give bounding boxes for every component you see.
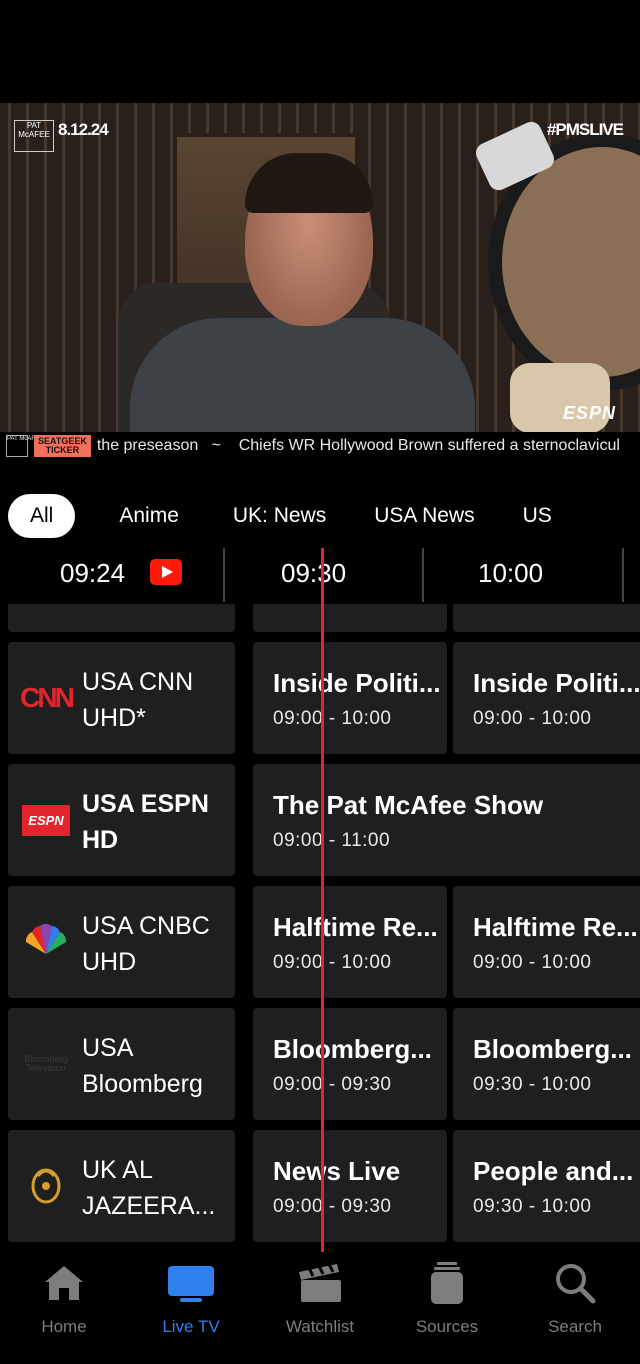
program-cell[interactable]: Inside Politi... 09:00 - 10:00	[253, 642, 447, 754]
time-slot-0930: 09:30	[281, 558, 347, 588]
chip-uk-news[interactable]: UK: News	[201, 494, 348, 538]
time-divider	[422, 548, 424, 602]
tab-home[interactable]: Home	[0, 1260, 128, 1337]
current-time-indicator	[321, 548, 324, 1252]
program-cell-partial[interactable]	[253, 604, 447, 632]
category-filter-bar: All Anime UK: News USA News US	[0, 493, 640, 539]
program-time: 09:00 - 09:30	[273, 1074, 392, 1095]
youtube-play-icon[interactable]	[150, 559, 182, 585]
chip-us[interactable]: US	[497, 494, 574, 538]
program-cell[interactable]: The Pat McAfee Show 09:00 - 11:00	[253, 764, 640, 876]
hashtag: #PMSLIVE	[546, 120, 624, 139]
program-title: Inside Politi...	[273, 668, 441, 698]
time-slot-1000: 10:00	[478, 558, 544, 588]
program-cell[interactable]: News Live 09:00 - 09:30	[253, 1130, 447, 1242]
tab-label: Home	[41, 1317, 87, 1336]
tab-label: Sources	[415, 1317, 479, 1336]
program-time: 09:00 - 10:00	[273, 952, 392, 973]
cnbc-peacock-icon	[16, 920, 76, 960]
tab-label: Search	[548, 1317, 602, 1336]
program-cell[interactable]: Bloomberg... 09:00 - 09:30	[253, 1008, 447, 1120]
program-time: 09:00 - 10:00	[273, 708, 392, 729]
program-title: People and...	[473, 1156, 634, 1186]
timeline-header: 09:24 09:30 10:00	[0, 548, 640, 604]
channel-name-line1: USA CNN	[82, 668, 194, 696]
channel-name-line1: USA	[82, 1034, 134, 1062]
video-player[interactable]: PAT McAFEE 8.12.24 #PMSLIVE ESPN PAT McA…	[0, 103, 640, 460]
tab-label: Live TV	[162, 1317, 220, 1336]
channel-name-line1: USA CNBC	[82, 912, 210, 940]
tab-watchlist[interactable]: Watchlist	[256, 1260, 384, 1337]
program-time: 09:00 - 10:00	[473, 708, 592, 729]
program-cell-partial[interactable]	[453, 604, 640, 632]
espn-watermark: ESPN	[562, 403, 616, 423]
program-title: News Live	[273, 1156, 401, 1186]
channel-cell-cnn[interactable]: CNN USA CNN UHD*	[8, 642, 235, 754]
tv-icon	[168, 1260, 214, 1306]
channel-name-line2: JAZEERA...	[82, 1192, 216, 1220]
channel-cell-al-jazeera[interactable]: UK AL JAZEERA...	[8, 1130, 235, 1242]
time-divider	[223, 548, 225, 602]
program-title: Halftime Re...	[273, 912, 438, 942]
chip-usa-news[interactable]: USA News	[348, 494, 496, 538]
sources-icon	[424, 1260, 470, 1306]
tab-sources[interactable]: Sources	[383, 1260, 511, 1337]
channel-cell-partial[interactable]	[8, 604, 235, 632]
channel-name-line2: Bloomberg	[82, 1070, 203, 1098]
bottom-tab-bar: Home Live TV Watchlist Sources Search	[0, 1252, 640, 1364]
program-time: 09:30 - 10:00	[473, 1196, 592, 1217]
chip-anime[interactable]: Anime	[75, 494, 201, 538]
tab-search[interactable]: Search	[511, 1260, 639, 1337]
channel-name-line1: USA ESPN	[82, 790, 209, 818]
program-cell[interactable]: Halftime Re... 09:00 - 10:00	[253, 886, 447, 998]
channel-cell-cnbc[interactable]: USA CNBC UHD	[8, 886, 235, 998]
channel-name-line1: UK AL	[82, 1156, 153, 1184]
program-title: Bloomberg...	[473, 1034, 632, 1064]
program-title: Inside Politi...	[473, 668, 640, 698]
program-title: Bloomberg...	[273, 1034, 432, 1064]
ticker-sponsor-badge: SEATGEEK TICKER	[34, 435, 91, 457]
program-cell[interactable]: People and... 09:30 - 10:00	[453, 1130, 640, 1242]
current-time: 09:24	[60, 558, 126, 588]
tab-label: Watchlist	[285, 1317, 355, 1336]
program-time: 09:30 - 10:00	[473, 1074, 592, 1095]
program-title: Halftime Re...	[473, 912, 638, 942]
program-time: 09:00 - 10:00	[473, 952, 592, 973]
program-guide: CNN USA CNN UHD* Inside Politi... 09:00 …	[0, 604, 640, 1246]
tab-live-tv[interactable]: Live TV	[127, 1260, 255, 1337]
clapperboard-icon	[297, 1260, 343, 1306]
program-cell[interactable]: Halftime Re... 09:00 - 10:00	[453, 886, 640, 998]
home-icon	[41, 1260, 87, 1306]
program-cell[interactable]: Inside Politi... 09:00 - 10:00	[453, 642, 640, 754]
channel-name-line2: HD	[82, 826, 119, 854]
bloomberg-logo-icon: Bloomberg Television	[24, 1054, 68, 1073]
news-ticker: PAT McAFEE SEATGEEK TICKER the preseason…	[0, 432, 640, 460]
channel-cell-espn[interactable]: ESPN USA ESPN HD	[8, 764, 235, 876]
chip-all[interactable]: All	[8, 494, 76, 538]
search-icon	[552, 1260, 598, 1306]
program-title: The Pat McAfee Show	[273, 790, 544, 820]
channel-name-line2: UHD	[82, 948, 137, 976]
al-jazeera-logo-icon	[16, 1164, 76, 1204]
cnn-logo-icon: CNN	[20, 682, 75, 713]
show-logo: PAT McAFEE	[14, 120, 54, 152]
time-divider	[622, 548, 624, 602]
broadcast-date: 8.12.24	[58, 120, 109, 139]
program-cell[interactable]: Bloomberg... 09:30 - 10:00	[453, 1008, 640, 1120]
espn-logo-icon: ESPN	[16, 800, 76, 840]
ticker-show-logo: PAT McAFEE	[6, 435, 43, 457]
program-time: 09:00 - 11:00	[273, 830, 391, 851]
program-time: 09:00 - 09:30	[273, 1196, 392, 1217]
ticker-text: the preseason ~ Chiefs WR Hollywood Brow…	[96, 437, 620, 454]
channel-name-line2: UHD*	[82, 704, 146, 732]
channel-cell-bloomberg[interactable]: Bloomberg Television USA Bloomberg	[8, 1008, 235, 1120]
